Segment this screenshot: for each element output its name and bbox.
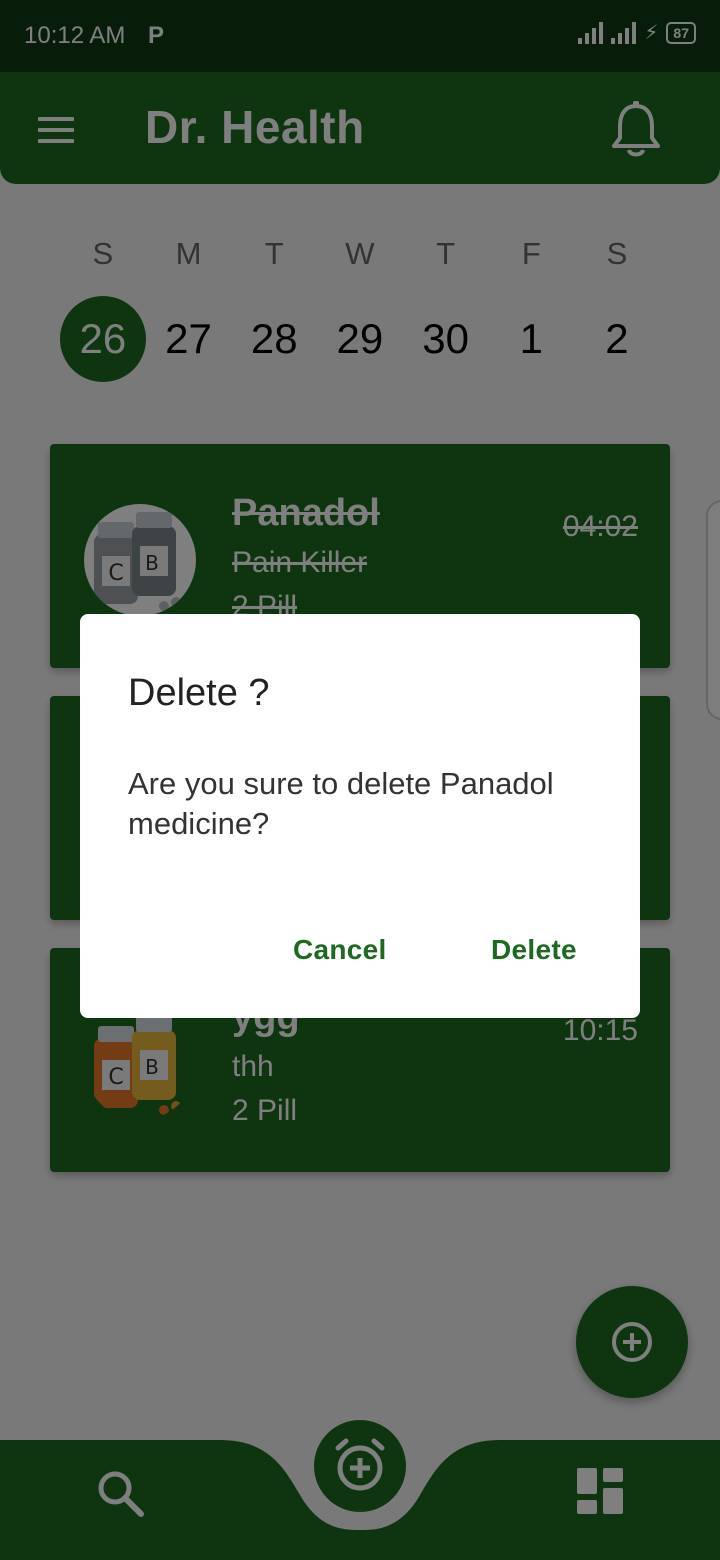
delete-confirm-dialog: Delete ? Are you sure to delete Panadol …: [80, 614, 640, 1018]
cancel-button[interactable]: Cancel: [293, 934, 387, 966]
dialog-message: Are you sure to delete Panadol medicine?: [128, 766, 554, 841]
delete-button[interactable]: Delete: [491, 934, 577, 966]
dialog-title: Delete ?: [128, 672, 270, 714]
